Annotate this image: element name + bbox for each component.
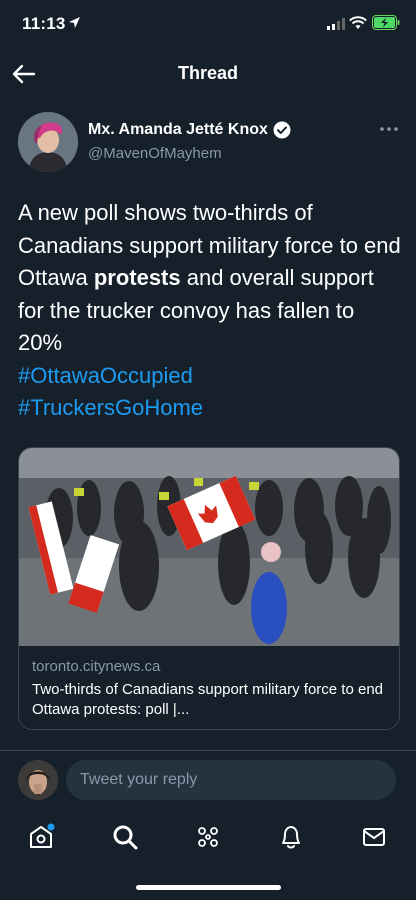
author-name[interactable]: Mx. Amanda Jetté Knox <box>88 121 291 139</box>
thread-header: Thread <box>0 52 416 96</box>
hashtag-link[interactable]: #TruckersGoHome <box>18 392 403 425</box>
tab-spaces[interactable] <box>191 820 225 854</box>
tab-notifications[interactable] <box>274 820 308 854</box>
tweet-body: A new poll shows two-thirds of Canadians… <box>18 197 403 360</box>
spaces-icon <box>198 827 218 847</box>
home-indicator[interactable] <box>136 885 281 890</box>
cellular-signal-icon <box>327 18 345 30</box>
tab-messages[interactable] <box>357 820 391 854</box>
search-icon <box>113 825 138 850</box>
author-name-text: Mx. Amanda Jetté Knox <box>88 121 268 138</box>
tab-home[interactable] <box>24 820 58 854</box>
reply-input[interactable]: Tweet your reply <box>66 760 396 800</box>
hashtag-link[interactable]: #OttawaOccupied <box>18 360 403 393</box>
more-horizontal-icon[interactable] <box>378 122 400 136</box>
protest-photo <box>19 448 399 646</box>
status-bar: 11:13 <box>0 0 416 48</box>
wifi-icon <box>349 16 367 29</box>
verified-badge-icon <box>273 121 291 139</box>
bell-icon <box>282 826 300 849</box>
status-time: 11:13 <box>22 14 66 33</box>
battery-charging-icon <box>372 15 400 30</box>
tweet-text-bold: protests <box>93 265 181 290</box>
tweet-text: A new poll shows two-thirds of Canadians… <box>18 197 403 425</box>
envelope-icon <box>363 828 385 846</box>
home-icon <box>30 823 55 848</box>
author-avatar[interactable] <box>18 112 78 172</box>
user-avatar <box>18 760 58 800</box>
tab-search[interactable] <box>108 820 142 854</box>
author-handle[interactable]: @MavenOfMayhem <box>88 145 222 162</box>
link-preview-card[interactable]: toronto.citynews.ca Two-thirds of Canadi… <box>18 447 400 730</box>
link-domain: toronto.citynews.ca <box>32 658 161 675</box>
divider <box>0 750 416 751</box>
link-title: Two-thirds of Canadians support military… <box>32 681 383 718</box>
reply-placeholder: Tweet your reply <box>80 771 198 788</box>
bottom-tab-bar <box>0 812 416 862</box>
location-arrow-icon <box>69 17 80 28</box>
page-title: Thread <box>177 63 238 83</box>
